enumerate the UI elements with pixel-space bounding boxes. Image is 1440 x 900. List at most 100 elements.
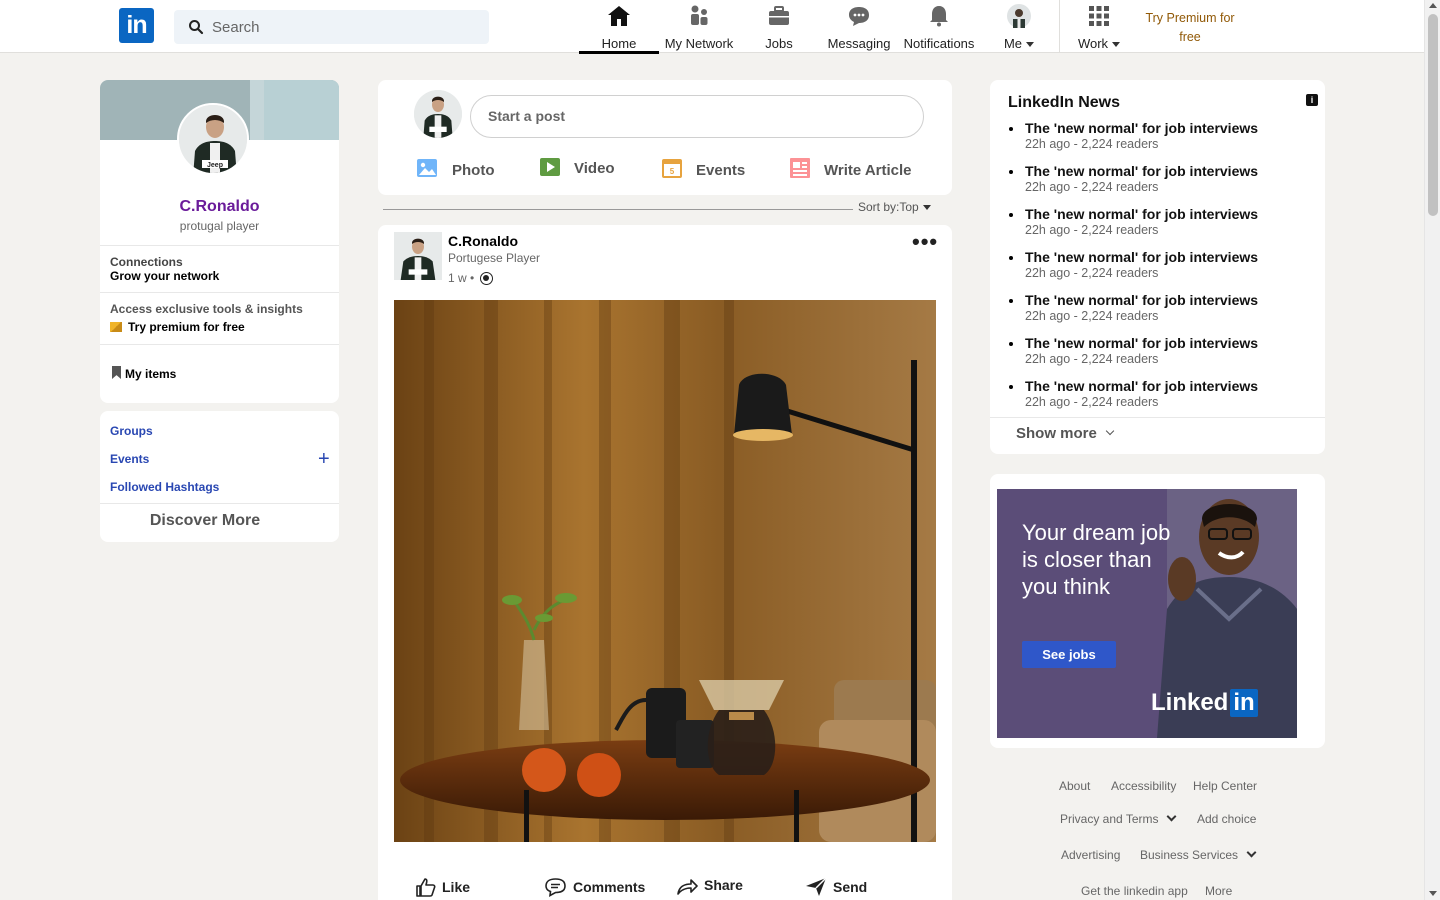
page-scrollbar[interactable] [1424, 0, 1440, 900]
grid-icon [1089, 6, 1109, 26]
footer-ad-choice[interactable]: Add choice [1197, 812, 1256, 826]
events-button[interactable]: 5 Events [662, 158, 745, 179]
news-headline: The 'new normal' for job interviews [1025, 206, 1259, 222]
footer-privacy-terms[interactable]: Privacy and Terms [1060, 811, 1177, 826]
news-headline: The 'new normal' for job interviews [1025, 335, 1259, 351]
news-meta: 22h ago - 2,224 readers [1025, 180, 1159, 194]
news-headline: The 'new normal' for job interviews [1025, 249, 1259, 265]
search-box[interactable] [174, 10, 489, 44]
chat-icon [849, 7, 869, 26]
news-item[interactable]: The 'new normal' for job interviews 22h a… [1008, 378, 1258, 421]
home-icon [608, 6, 630, 26]
write-article-label: Write Article [824, 162, 912, 179]
connections-label[interactable]: Connections [110, 255, 183, 269]
start-post-input[interactable]: Start a post [470, 95, 924, 138]
my-items-link[interactable]: My items [112, 366, 176, 381]
footer-advertising[interactable]: Advertising [1061, 848, 1120, 862]
ad-card: Your dream job is closer than you think … [990, 474, 1325, 748]
news-meta: 22h ago - 2,224 readers [1025, 395, 1159, 409]
nav-notifications[interactable]: Notifications [899, 4, 979, 54]
info-icon[interactable]: i [1306, 94, 1318, 106]
events-label: Events [696, 162, 746, 179]
nav-work-label: Work [1068, 36, 1130, 51]
nav-messaging[interactable]: Messaging [819, 4, 899, 54]
ad-banner[interactable]: Your dream job is closer than you think … [997, 489, 1297, 738]
try-premium-link[interactable]: Try Premium for free [1140, 9, 1240, 47]
nav-my-network[interactable]: My Network [659, 4, 739, 54]
footer-accessibility[interactable]: Accessibility [1111, 779, 1176, 793]
chevron-down-icon [1105, 426, 1115, 436]
nav-home[interactable]: Home [579, 4, 659, 54]
news-card: LinkedIn News i The 'new normal' for job… [990, 80, 1325, 454]
video-button[interactable]: Video [540, 158, 615, 177]
network-icon [691, 5, 708, 25]
scroll-up-icon[interactable] [1429, 3, 1437, 8]
profile-card: Jeep C.Ronaldo protugal player Connectio… [100, 80, 339, 403]
linkedin-ad-logo: Linked in [1151, 689, 1258, 717]
share-label: Share [704, 877, 743, 893]
feed-post: C.Ronaldo Portugese Player 1 w • ••• Lik… [378, 225, 952, 900]
top-navbar: in Home My Network Jobs Messaging Notifi… [0, 0, 1424, 54]
comments-label: Comments [573, 879, 646, 895]
nav-jobs[interactable]: Jobs [739, 4, 819, 54]
nav-work[interactable]: Work [1068, 4, 1130, 54]
discover-more-button[interactable]: Discover More [100, 512, 310, 530]
news-list: The 'new normal' for job interviews 22h a… [1008, 120, 1258, 421]
footer-about[interactable]: About [1059, 779, 1090, 793]
try-premium-text: Try premium for free [128, 320, 245, 334]
comments-button[interactable]: Comments [544, 877, 645, 897]
news-item[interactable]: The 'new normal' for job interviews 22h a… [1008, 335, 1258, 378]
scroll-down-icon[interactable] [1429, 891, 1437, 896]
photo-button[interactable]: Photo [416, 158, 495, 179]
grow-network-link[interactable]: Grow your network [110, 269, 219, 283]
send-button[interactable]: Send [805, 877, 867, 897]
user-avatar[interactable] [414, 90, 462, 138]
post-author-avatar[interactable] [394, 232, 442, 280]
footer-get-app[interactable]: Get the linkedin app [1081, 884, 1188, 898]
divider [100, 344, 339, 345]
linkedin-logo[interactable]: in [119, 8, 154, 43]
scrollbar-thumb[interactable] [1428, 14, 1438, 216]
share-button[interactable]: Share [676, 877, 743, 895]
post-timestamp: 1 w • [448, 271, 494, 285]
bell-icon [930, 6, 948, 27]
write-article-button[interactable]: Write Article [790, 158, 912, 179]
brand-in: in [1230, 689, 1258, 717]
post-author-name[interactable]: C.Ronaldo [448, 233, 518, 249]
comment-icon [545, 878, 566, 897]
news-meta: 22h ago - 2,224 readers [1025, 309, 1159, 323]
footer-help-center[interactable]: Help Center [1193, 779, 1257, 793]
nav-me[interactable]: Me [979, 4, 1059, 54]
sort-by-dropdown[interactable]: Sort by:Top [858, 200, 931, 214]
footer-business-services[interactable]: Business Services [1140, 847, 1257, 862]
news-item[interactable]: The 'new normal' for job interviews 22h a… [1008, 163, 1258, 206]
news-item[interactable]: The 'new normal' for job interviews 22h a… [1008, 120, 1258, 163]
post-image[interactable] [394, 300, 936, 842]
groups-link[interactable]: Groups [110, 424, 153, 438]
nav-home-label: Home [601, 36, 637, 51]
more-options-icon[interactable]: ••• [912, 231, 938, 253]
footer-more[interactable]: More [1205, 884, 1232, 898]
news-item[interactable]: The 'new normal' for job interviews 22h a… [1008, 206, 1258, 249]
show-more-button[interactable]: Show more [1016, 425, 1115, 442]
like-button[interactable]: Like [416, 877, 470, 897]
me-label-text: Me [1003, 36, 1023, 51]
show-more-label: Show more [1016, 425, 1097, 442]
profile-avatar[interactable]: Jeep [177, 103, 249, 175]
article-icon [790, 158, 810, 178]
news-item[interactable]: The 'new normal' for job interviews 22h a… [1008, 249, 1258, 292]
news-item[interactable]: The 'new normal' for job interviews 22h a… [1008, 292, 1258, 335]
events-link[interactable]: Events [110, 452, 149, 466]
nav-me-label: Me [979, 36, 1059, 51]
chevron-down-icon [1026, 42, 1035, 48]
followed-hashtags-link[interactable]: Followed Hashtags [110, 480, 219, 494]
add-event-icon[interactable]: + [318, 449, 330, 469]
search-input[interactable] [212, 10, 482, 44]
photo-label: Photo [452, 162, 495, 179]
chevron-down-icon [922, 205, 931, 211]
see-jobs-button[interactable]: See jobs [1022, 641, 1116, 668]
try-premium-profile-link[interactable]: Try premium for free [110, 320, 245, 334]
globe-icon [480, 272, 494, 285]
profile-name[interactable]: C.Ronaldo [100, 198, 339, 216]
nav-messaging-label: Messaging [827, 36, 891, 51]
